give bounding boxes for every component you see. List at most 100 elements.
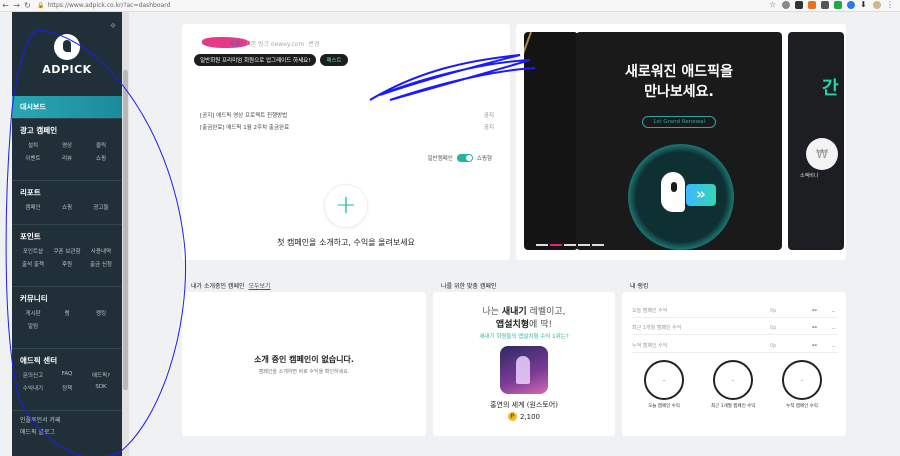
extension-icon[interactable] — [847, 1, 855, 9]
sidebar-item[interactable]: 이벤트 — [16, 154, 50, 162]
rank-points: 0p — [770, 325, 777, 331]
sidebar-section-title[interactable]: 포인트 — [12, 225, 122, 245]
rank-section-header: 내 랭킹 — [630, 281, 648, 290]
sidebar-item[interactable]: 출금 신청 — [84, 260, 118, 268]
rank-row: 누적 캠페인 수익 0p -- .. — [632, 339, 838, 353]
rank-circle-value: .. — [713, 360, 753, 400]
carousel-dot-active[interactable] — [550, 244, 562, 246]
extension-icon[interactable] — [834, 1, 842, 9]
banner-slide-prev[interactable] — [524, 32, 578, 250]
banner-carousel[interactable]: 새로워진 애드픽을 만나보세요. 1st Grand Renewal 간 ₩ 소… — [516, 24, 846, 260]
sidebar-item[interactable]: 애드픽? — [84, 371, 118, 379]
extension-bar: ☆ ⬇ ⋮ — [769, 1, 894, 9]
rank-row: 오늘 캠페인 수익 0p -- .. — [632, 304, 838, 318]
sidebar-item[interactable]: 랭 — [50, 309, 84, 317]
add-campaign-button[interactable]: + — [324, 184, 368, 228]
toggle-switch[interactable] — [456, 154, 473, 162]
sidebar-item[interactable]: SDK — [84, 384, 118, 392]
game-title[interactable]: 홍연의 세계 (원스토어) — [433, 400, 615, 410]
type-value: 앱설치형 — [495, 320, 530, 330]
banner-slide-main[interactable]: 새로워진 애드픽을 만나보세요. 1st Grand Renewal — [576, 32, 782, 250]
notice-row[interactable]: [출금완료] 애드픽 1월 2주차 출금완료 공지 — [200, 123, 494, 131]
sidebar-section-campaign: 광고 캠페인 설치 영상 클릭 이벤트 리뷰 쇼핑 — [12, 118, 122, 168]
sidebar-section-title[interactable]: 커뮤니티 — [12, 287, 122, 307]
notice-row[interactable]: [공지] 애드픽 영상 프로젝트 진행방법 공지 — [200, 111, 494, 119]
profile-name[interactable]: 회원 — [230, 39, 241, 48]
link-adpick-blog[interactable]: 애드픽 블로그 — [20, 427, 61, 439]
extension-icon[interactable] — [795, 1, 803, 9]
mascot-icon — [661, 172, 685, 212]
mascot-eye — [671, 182, 677, 192]
sidebar-item[interactable]: 광고들 — [84, 203, 118, 211]
lock-icon: 🔒 — [37, 2, 45, 9]
level-prefix: 나는 — [482, 307, 502, 317]
sidebar-item[interactable]: 리뷰 — [50, 154, 84, 162]
toggle-left-label: 일반캠페인 — [427, 156, 453, 162]
extension-icon[interactable] — [808, 1, 816, 9]
profile-avatar[interactable] — [873, 1, 881, 9]
reload-icon[interactable]: ↻ — [22, 0, 33, 11]
top-campaign-question: 새내기 회원들의 앱설치형 수익 1위는? — [479, 334, 569, 340]
forward-icon[interactable]: → — [11, 0, 22, 11]
sidebar-item[interactable]: 문의신고 — [16, 371, 50, 379]
carousel-dot[interactable] — [592, 244, 604, 246]
scrollbar-thumb[interactable] — [123, 70, 128, 390]
decorative-line — [524, 32, 532, 250]
sidebar-item-dashboard[interactable]: 대시보드 — [12, 96, 122, 118]
sidebar-item[interactable]: 랭킹 — [84, 309, 118, 317]
rank-value: -- — [812, 307, 817, 314]
sidebar-item[interactable]: 게시판 — [16, 309, 50, 317]
rank-circle-label: 최근 1개월 캠페인 수익 — [711, 404, 756, 409]
rank-row: 최근 1개월 캠페인 수익 0p -- .. — [632, 321, 838, 335]
sidebar-item[interactable]: 수익내기 — [16, 384, 50, 392]
change-link[interactable]: 변경 — [308, 39, 319, 48]
sidebar: ✥ ADPICK 대시보드 광고 캠페인 설치 영상 클릭 이벤트 리뷰 쇼핑 … — [12, 12, 122, 456]
address-bar[interactable]: 🔒 https://www.adpick.co.kr/?ac=dashboard — [37, 2, 170, 9]
sidebar-item[interactable]: 출석 출첵 — [16, 260, 50, 268]
level-suffix: 레벨이고, — [526, 307, 566, 317]
sidebar-section-title[interactable]: 애드픽 센터 — [12, 349, 122, 369]
extension-icon[interactable] — [782, 1, 790, 9]
sidebar-item[interactable]: 클릭 — [84, 141, 118, 149]
sidebar-item[interactable]: 포인트샵 — [16, 247, 50, 255]
extension-icon[interactable] — [821, 1, 829, 9]
menu-icon[interactable]: ⋮ — [886, 1, 894, 9]
match-campaign-card[interactable]: 나는 새내기 레벨이고, 앱설치형에 딱! 새내기 회원들의 앱설치형 수익 1… — [433, 292, 615, 436]
view-all-link[interactable]: 모두보기 — [249, 281, 271, 290]
sidebar-item[interactable]: 사용내역 — [84, 247, 118, 255]
logo[interactable]: ADPICK — [12, 34, 122, 76]
sidebar-item[interactable]: 쇼핑 — [50, 203, 84, 211]
notice-text[interactable]: [공지] 애드픽 영상 프로젝트 진행방법 — [200, 111, 287, 119]
sidebar-item[interactable]: 쇼핑 — [84, 154, 118, 162]
sidebar-item[interactable]: 알림 — [16, 322, 50, 330]
profile-link-label: 기본 링크 oewey.com — [245, 41, 305, 48]
upgrade-tag[interactable]: 일반회원 프리미엄 회원으로 업그레이드 하세요! — [194, 54, 317, 66]
sidebar-item[interactable]: FAQ — [50, 371, 84, 379]
empty-subtitle: 캠페인을 소개하면 바로 수익을 확인하세요. — [258, 369, 350, 375]
point-coin-icon: P — [507, 412, 517, 421]
notice-text[interactable]: [출금완료] 애드픽 1월 2주차 출금완료 — [200, 123, 289, 131]
carousel-dot[interactable] — [536, 244, 548, 246]
sidebar-item[interactable]: 캠페인 — [16, 203, 50, 211]
carousel-dots — [536, 244, 604, 246]
banner-slide-next[interactable]: 간 ₩ 소액비나 — [788, 32, 844, 250]
rank-trend: .. — [832, 343, 836, 349]
sidebar-section-title[interactable]: 리포트 — [12, 181, 122, 201]
back-icon[interactable]: ← — [0, 0, 11, 11]
sidebar-section-title[interactable]: 광고 캠페인 — [12, 119, 122, 139]
game-thumbnail[interactable] — [500, 346, 548, 394]
sidebar-item[interactable]: 쿠폰 보관함 — [50, 247, 84, 255]
fast-tag[interactable]: 패스트 — [320, 54, 348, 66]
link-influencer-cafe[interactable]: 인플루언서 카페 — [20, 415, 61, 427]
carousel-dot[interactable] — [578, 244, 590, 246]
download-icon[interactable]: ⬇ — [860, 1, 868, 9]
sidebar-item[interactable]: 정책 — [50, 384, 84, 392]
sidebar-item[interactable]: 설치 — [16, 141, 50, 149]
profile-tags: 일반회원 프리미엄 회원으로 업그레이드 하세요! 패스트 — [194, 54, 348, 66]
sidebar-item[interactable]: 후원 — [50, 260, 84, 268]
star-icon[interactable]: ☆ — [769, 1, 777, 9]
level-value: 새내기 — [501, 307, 527, 317]
collapse-icon[interactable]: ✥ — [110, 22, 116, 30]
sidebar-item[interactable]: 영상 — [50, 141, 84, 149]
carousel-dot[interactable] — [564, 244, 576, 246]
